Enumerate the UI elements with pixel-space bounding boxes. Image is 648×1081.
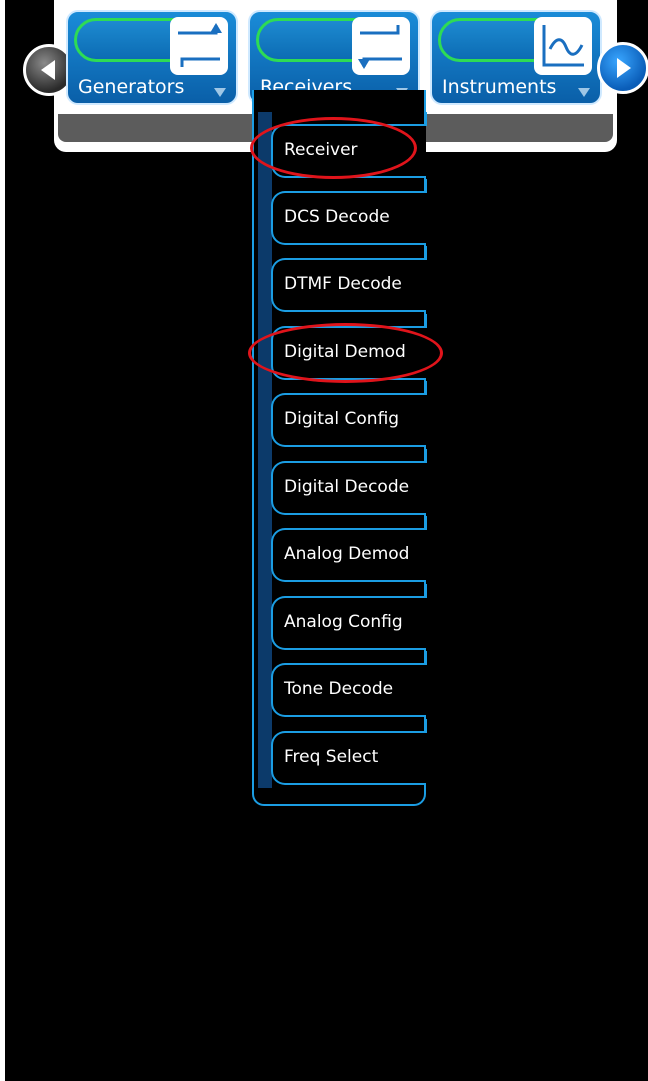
highlight-digital-demod: [248, 323, 443, 383]
menu-item-digital-config[interactable]: Digital Config: [271, 381, 427, 447]
screen: Generators Receivers Instruments Receive…: [5, 0, 648, 1081]
menu-item-analog-config[interactable]: Analog Config: [271, 584, 427, 650]
dropdown-scroll-rail[interactable]: [258, 112, 272, 788]
tab-label: Generators: [78, 76, 185, 98]
menu-divider: [425, 516, 427, 530]
menu-item-label: Analog Config: [284, 612, 403, 632]
menu-item-tone-decode[interactable]: Tone Decode: [271, 651, 427, 717]
menu-item-label: Tone Decode: [284, 679, 394, 699]
generators-icon: [170, 17, 228, 75]
menu-divider: [425, 112, 427, 126]
menu-item-label: Freq Select: [284, 747, 379, 767]
menu-divider: [425, 381, 427, 395]
menu-item-analog-demod[interactable]: Analog Demod: [271, 516, 427, 582]
arrow-left-icon: [41, 60, 55, 80]
menu-item-label: DCS Decode: [284, 207, 390, 227]
menu-item-dcs-decode[interactable]: DCS Decode: [271, 179, 427, 245]
receivers-icon: [352, 17, 410, 75]
highlight-receiver: [250, 117, 417, 179]
menu-divider: [425, 246, 427, 260]
menu-item-label: Digital Decode: [284, 477, 410, 497]
menu-item-freq-select[interactable]: Freq Select: [271, 719, 427, 785]
scroll-right-button[interactable]: [597, 42, 648, 94]
menu-item-label: Digital Config: [284, 409, 400, 429]
menu-divider: [425, 651, 427, 665]
arrow-right-icon: [617, 58, 631, 78]
chevron-down-icon: [578, 88, 590, 97]
tab-generators[interactable]: Generators: [66, 10, 238, 105]
tab-label: Instruments: [442, 76, 557, 98]
tab-instruments[interactable]: Instruments: [430, 10, 602, 105]
chevron-down-icon: [214, 88, 226, 97]
menu-divider: [425, 449, 427, 463]
menu-item-label: Analog Demod: [284, 544, 410, 564]
menu-divider: [425, 179, 427, 193]
menu-divider: [425, 584, 427, 598]
menu-item-label: DTMF Decode: [284, 274, 402, 294]
menu-item-digital-decode[interactable]: Digital Decode: [271, 449, 427, 515]
menu-item-dtmf-decode[interactable]: DTMF Decode: [271, 246, 427, 312]
instruments-icon: [534, 17, 592, 75]
menu-divider: [425, 314, 427, 328]
menu-divider: [425, 719, 427, 733]
